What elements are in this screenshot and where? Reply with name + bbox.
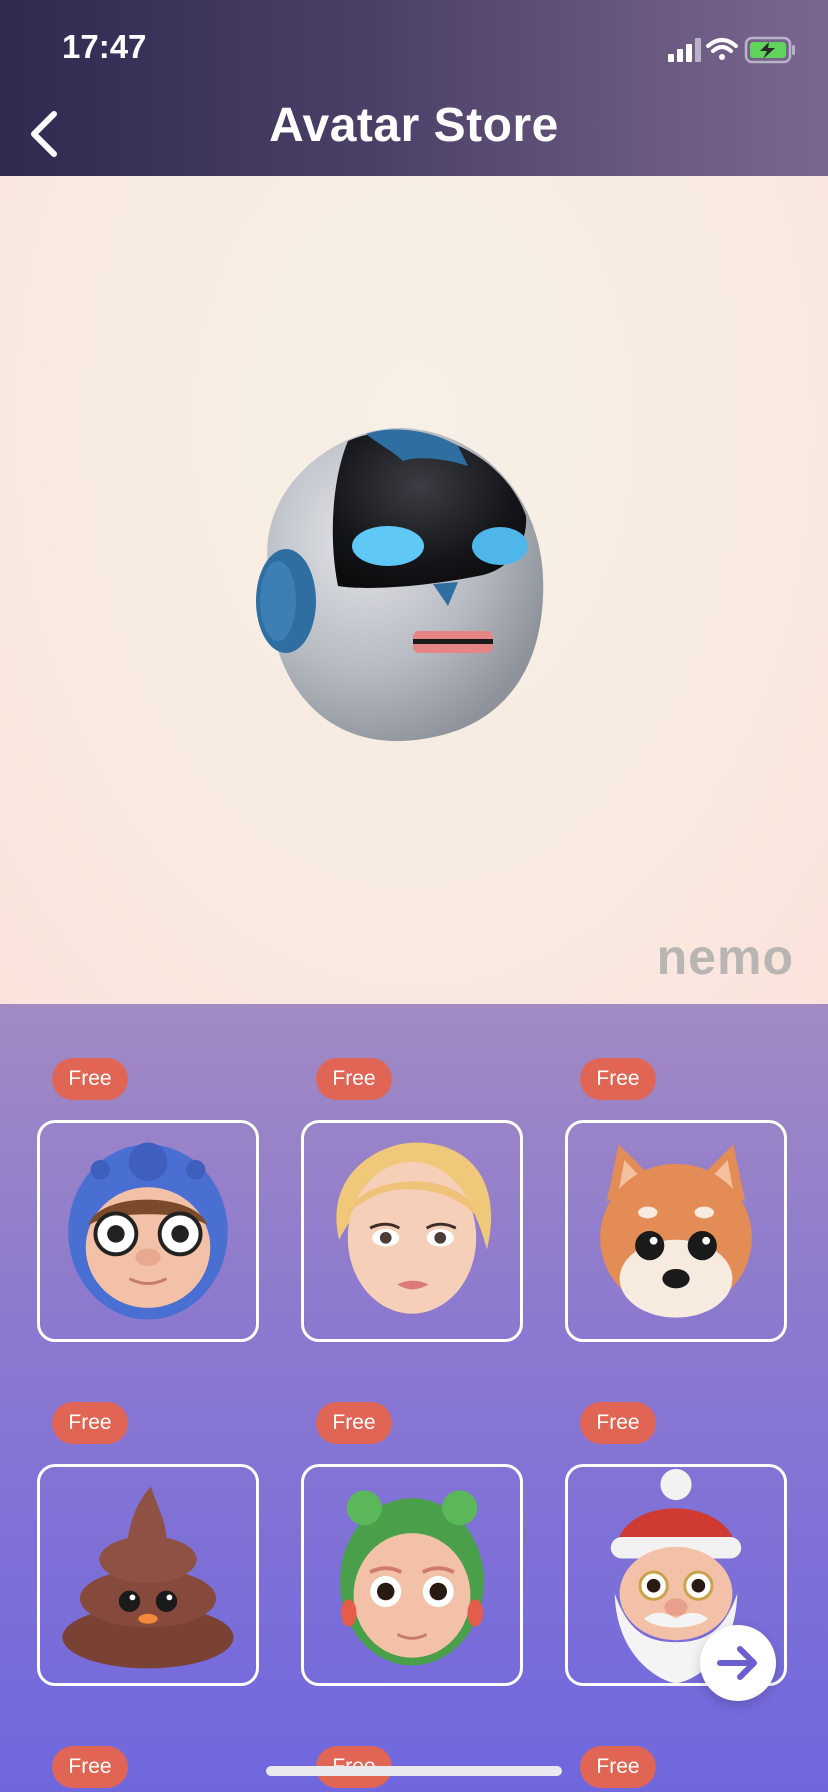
wifi-icon <box>706 38 738 60</box>
screen: 17:47 Avatar Store nemo Free Free Free F… <box>0 0 828 1792</box>
battery-icon <box>744 36 795 64</box>
avatar-tile-frog-hat[interactable] <box>301 1464 523 1686</box>
avatar-tile-blonde-woman[interactable] <box>301 1120 523 1342</box>
robot-head-avatar <box>256 427 544 742</box>
price-badge: Free <box>580 1402 656 1444</box>
header: 17:47 Avatar Store <box>0 0 828 176</box>
price-badge: Free <box>580 1058 656 1100</box>
page-title: Avatar Store <box>269 99 559 152</box>
status-time: 17:47 <box>62 28 147 65</box>
shiba-dog-avatar <box>600 1144 752 1318</box>
hood-boy-avatar <box>68 1142 228 1320</box>
avatar-tile-hood-boy[interactable] <box>37 1120 259 1342</box>
price-badge: Free <box>316 1058 392 1100</box>
price-badge: Free <box>52 1402 128 1444</box>
next-button[interactable] <box>700 1625 776 1701</box>
avatar-preview: nemo <box>0 176 828 1004</box>
avatar-tile-poop[interactable] <box>37 1464 259 1686</box>
arrow-right-icon <box>717 1646 757 1680</box>
poop-avatar <box>62 1486 234 1669</box>
status-icons <box>646 34 798 66</box>
home-indicator <box>266 1766 562 1776</box>
price-badge: Free <box>580 1746 656 1788</box>
price-badge: Free <box>316 1402 392 1444</box>
nemo-watermark: nemo <box>656 929 794 985</box>
signal-icon <box>668 38 701 62</box>
price-badge: Free <box>52 1746 128 1788</box>
frog-hat-avatar <box>340 1490 484 1666</box>
blonde-woman-avatar <box>336 1142 492 1314</box>
price-badge: Free <box>52 1058 128 1100</box>
avatar-tile-shiba-dog[interactable] <box>565 1120 787 1342</box>
